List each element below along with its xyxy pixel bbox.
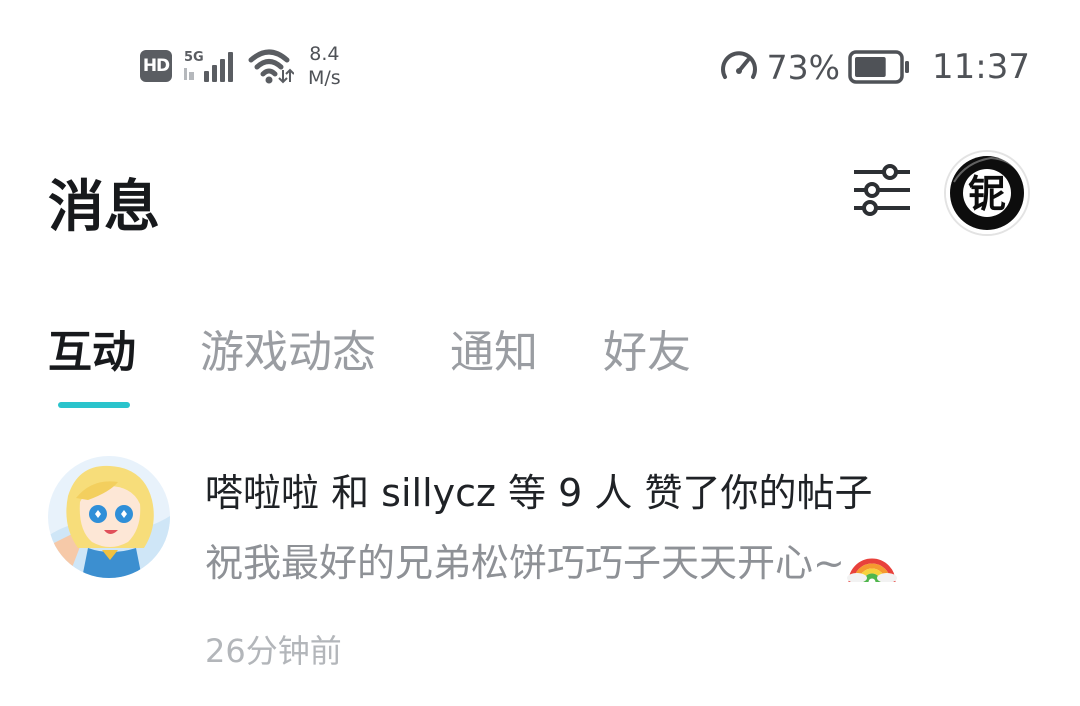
avatar-glyph: 铌	[968, 171, 1006, 216]
status-bar-left: HD 5G 8.4 M/s	[140, 40, 341, 92]
message-title: 嗒啦啦 和 sillycz 等 9 人 赞了你的帖子	[205, 471, 873, 515]
network-type-label: 5G	[184, 50, 204, 65]
filter-sliders-icon	[854, 164, 910, 216]
battery-icon	[848, 50, 910, 84]
sender-avatar[interactable]	[48, 456, 170, 578]
header: 消息 铌	[0, 150, 1080, 240]
tab-friends[interactable]: 好友	[603, 316, 691, 380]
network-speed-unit: M/s	[308, 67, 341, 89]
tab-notifications[interactable]: 通知	[450, 316, 538, 380]
status-bar-right: 73% 11:37	[719, 42, 1030, 92]
network-speed: 8.4 M/s	[308, 42, 341, 90]
filter-button[interactable]	[850, 158, 914, 222]
rainbow-emoji-icon	[846, 558, 897, 582]
message-preview-text: 祝我最好的兄弟松饼巧巧子天天开心~	[205, 541, 845, 585]
message-list: 嗒啦啦 和 sillycz 等 9 人 赞了你的帖子 祝我最好的兄弟松饼巧巧子天…	[0, 440, 1080, 680]
speedometer-icon	[720, 51, 757, 79]
tab-game-updates[interactable]: 游戏动态	[200, 316, 376, 380]
message-timestamp: 26分钟前	[205, 632, 342, 670]
page-title: 消息	[48, 175, 160, 240]
my-avatar[interactable]: 铌	[944, 150, 1030, 236]
hd-badge: HD	[140, 50, 172, 82]
clock: 11:37	[932, 47, 1030, 87]
message-preview: 祝我最好的兄弟松饼巧巧子天天开心~	[205, 532, 897, 587]
battery-fill	[855, 57, 886, 77]
tab-bar: 互动 游戏动态 通知 好友	[0, 300, 1080, 420]
battery-percent: 73%	[766, 47, 841, 87]
active-tab-indicator	[58, 402, 130, 408]
cellular-signal-icon: 5G	[184, 50, 233, 82]
ink-calligraphy-avatar-image: 铌	[946, 152, 1028, 234]
tab-interaction[interactable]: 互动	[48, 316, 136, 380]
status-bar: HD 5G 8.4 M/s 73% 11:37	[0, 0, 1080, 130]
anime-character-avatar-image	[48, 456, 170, 578]
wifi-icon	[248, 49, 294, 84]
network-speed-value: 8.4	[309, 43, 340, 65]
list-item[interactable]: 嗒啦啦 和 sillycz 等 9 人 赞了你的帖子 祝我最好的兄弟松饼巧巧子天…	[0, 440, 1080, 680]
